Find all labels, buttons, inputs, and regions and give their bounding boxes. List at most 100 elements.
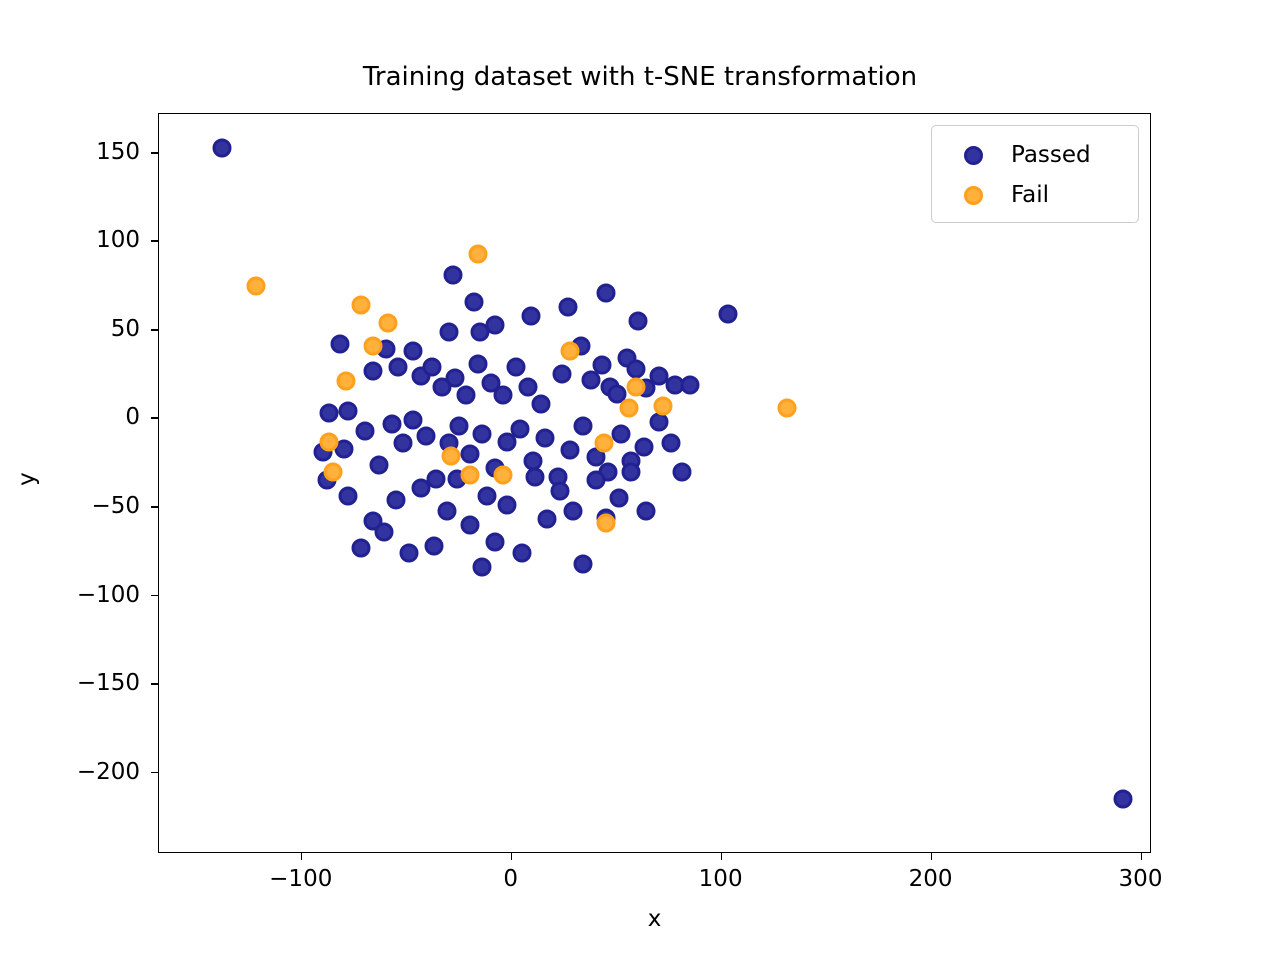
y-tick-mark (151, 506, 158, 508)
scatter-point-passed (330, 334, 350, 354)
x-tick-mark (720, 853, 723, 860)
scatter-point-passed (393, 433, 413, 453)
scatter-point-passed (661, 433, 681, 453)
scatter-point-passed (649, 412, 669, 432)
legend-marker-passed-icon (964, 145, 983, 165)
scatter-point-passed (537, 509, 557, 529)
x-tick-mark (930, 853, 933, 860)
scatter-point-passed (586, 470, 606, 490)
scatter-point-fail (560, 341, 580, 361)
scatter-point-fail (336, 371, 356, 391)
scatter-point-passed (382, 414, 402, 434)
scatter-point-fail (323, 462, 343, 482)
scatter-point-passed (445, 368, 465, 388)
scatter-point-passed (403, 341, 423, 361)
scatter-point-passed (628, 311, 648, 331)
scatter-point-fail (363, 336, 383, 356)
scatter-point-passed (472, 424, 492, 444)
scatter-point-passed (319, 403, 339, 423)
scatter-point-passed (416, 426, 436, 446)
scatter-point-passed (718, 304, 738, 324)
scatter-point-passed (338, 486, 358, 506)
x-tick-label: 100 (698, 866, 743, 892)
scatter-point-fail (319, 432, 339, 451)
x-tick-mark (510, 853, 513, 860)
scatter-point-passed (634, 437, 654, 457)
scatter-point-passed (563, 501, 583, 521)
scatter-point-passed (525, 467, 545, 487)
scatter-point-passed (374, 522, 394, 542)
x-tick-label: 0 (503, 866, 519, 892)
scatter-point-passed (403, 410, 423, 430)
legend-label-passed: Passed (1011, 142, 1091, 168)
scatter-point-fail (777, 398, 797, 418)
scatter-point-fail (468, 244, 488, 264)
x-tick-label: 200 (908, 866, 953, 892)
scatter-point-fail (653, 396, 673, 416)
y-tick-mark (151, 328, 158, 331)
y-tick-label: −100 (76, 581, 140, 608)
scatter-point-passed (460, 444, 480, 464)
scatter-point-passed (424, 536, 444, 556)
scatter-point-passed (386, 490, 406, 510)
y-tick-mark (151, 417, 158, 420)
y-axis-label: y (14, 472, 40, 486)
scatter-point-passed (497, 495, 517, 515)
scatter-point-fail (596, 513, 616, 533)
scatter-point-passed (422, 357, 442, 377)
scatter-point-passed (456, 385, 475, 405)
scatter-points-layer (159, 114, 1150, 852)
scatter-point-passed (535, 428, 555, 448)
scatter-point-passed (449, 416, 469, 436)
y-tick-mark (151, 594, 158, 597)
scatter-point-passed (573, 554, 593, 574)
y-tick-label: 150 (96, 138, 140, 165)
y-tick-label: 0 (125, 404, 140, 431)
scatter-point-passed (388, 357, 408, 377)
scatter-point-fail (619, 398, 639, 418)
scatter-point-passed (592, 355, 612, 375)
scatter-point-passed (521, 306, 541, 326)
scatter-point-passed (464, 292, 484, 312)
x-tick-mark (300, 853, 303, 860)
scatter-point-passed (552, 364, 572, 384)
x-tick-mark (1140, 853, 1143, 860)
scatter-point-passed (506, 357, 526, 377)
scatter-point-passed (460, 515, 480, 535)
y-tick-label: −150 (76, 670, 140, 697)
scatter-point-passed (531, 394, 551, 414)
scatter-point-passed (485, 315, 505, 335)
y-tick-label: −200 (76, 758, 140, 785)
scatter-point-passed (558, 297, 578, 317)
scatter-point-passed (550, 481, 570, 501)
y-tick-label: 50 (110, 315, 140, 342)
scatter-point-fail (246, 276, 266, 296)
y-tick-label: 100 (96, 227, 140, 254)
scatter-point-passed (472, 557, 492, 577)
scatter-point-passed (399, 543, 419, 563)
scatter-point-fail (493, 465, 513, 485)
scatter-point-passed (510, 419, 530, 439)
scatter-point-passed (672, 462, 692, 482)
scatter-point-passed (621, 462, 641, 482)
y-tick-mark (151, 683, 158, 685)
scatter-point-passed (512, 543, 532, 563)
legend-marker-fail-icon (964, 185, 983, 205)
x-tick-label: −100 (269, 866, 333, 892)
scatter-point-fail (460, 465, 480, 485)
scatter-point-passed (355, 421, 375, 441)
y-tick-mark (151, 771, 158, 774)
x-axis-label: x (647, 906, 662, 932)
scatter-point-passed (338, 401, 358, 421)
scatter-point-fail (441, 446, 461, 466)
scatter-point-passed (351, 538, 371, 558)
scatter-point-fail (594, 433, 614, 453)
scatter-point-passed (437, 501, 457, 521)
legend-label-fail: Fail (1011, 182, 1049, 208)
scatter-point-passed (212, 138, 232, 158)
legend-item-passed: Passed (944, 135, 1126, 175)
scatter-point-passed (468, 354, 488, 374)
x-tick-label: 300 (1118, 866, 1163, 892)
scatter-point-passed (477, 486, 496, 506)
chart-legend: Passed Fail (931, 125, 1139, 223)
